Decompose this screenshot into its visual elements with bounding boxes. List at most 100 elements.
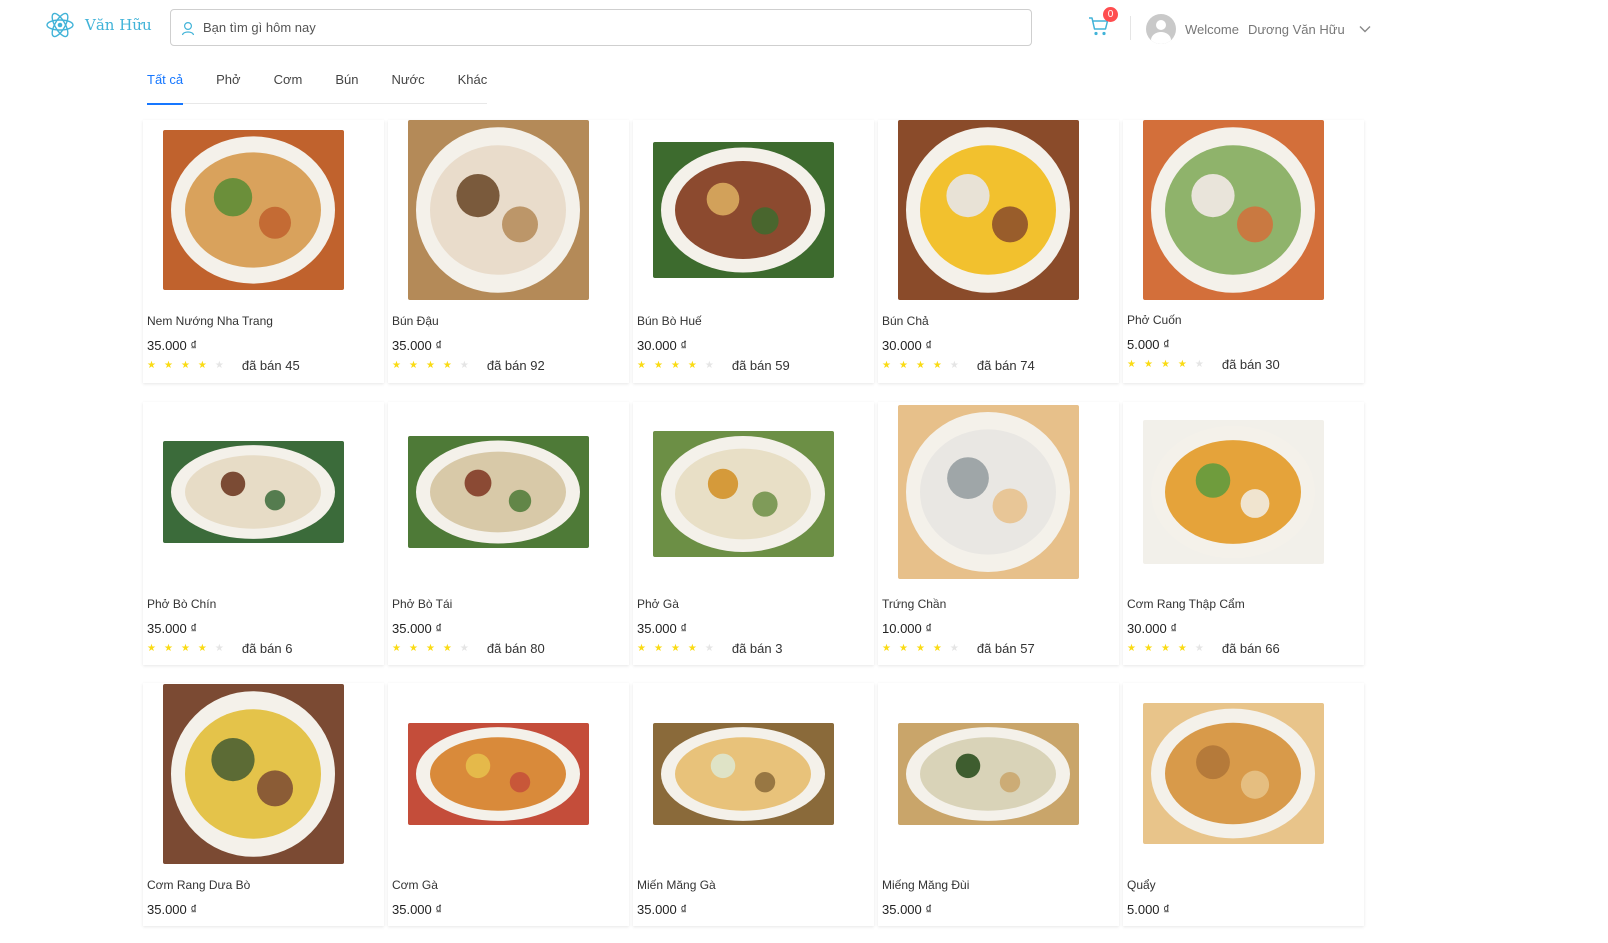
star-icon: ★ [408, 642, 418, 654]
product-name[interactable]: Nem Nướng Nha Trang [147, 314, 273, 328]
product-card[interactable]: Nem Nướng Nha Trang 35.000 ₫ ★ ★ ★ ★ ★ đã bán 4… [143, 120, 384, 383]
product-image[interactable] [408, 436, 589, 548]
star-rating: ★ ★ ★ ★ ★ [637, 643, 714, 655]
product-card[interactable]: Bún Đậu 35.000 ₫ ★ ★ ★ ★ ★ đã bán 92 [388, 120, 629, 383]
product-card[interactable]: Trứng Chần 10.000 ₫ ★ ★ ★ ★ ★ đã bán 57 [878, 402, 1119, 665]
sold-count: đã bán 57 [976, 641, 1035, 656]
product-card[interactable]: Cơm Gà 35.000 ₫ [388, 683, 629, 926]
star-icon: ★ [949, 359, 959, 371]
star-icon: ★ [687, 642, 697, 654]
product-price: 35.000 ₫ [147, 902, 198, 917]
product-card[interactable]: Miếng Măng Đùi 35.000 ₫ [878, 683, 1119, 926]
product-image[interactable] [163, 441, 344, 543]
search-bar[interactable] [170, 9, 1032, 46]
search-input[interactable] [203, 20, 1023, 35]
star-icon: ★ [932, 359, 942, 371]
star-icon: ★ [1127, 358, 1136, 370]
product-name[interactable]: Trứng Chần [882, 597, 946, 611]
star-icon: ★ [147, 359, 156, 371]
product-rating-row: ★ ★ ★ ★ ★ đã bán 30 [1127, 357, 1280, 372]
product-image[interactable] [1143, 120, 1324, 300]
product-card[interactable]: Phở Bò Chín 35.000 ₫ ★ ★ ★ ★ ★ đã bán 6 [143, 402, 384, 665]
product-image[interactable] [653, 723, 834, 825]
product-image[interactable] [653, 142, 834, 278]
product-name[interactable]: Miếng Măng Đùi [882, 878, 969, 892]
product-card[interactable]: Cơm Rang Thập Cẩm 30.000 ₫ ★ ★ ★ ★ ★ đã bán 66 [1123, 402, 1364, 665]
product-name[interactable]: Bún Bò Huế [637, 314, 702, 328]
tab-nuoc[interactable]: Nước [391, 66, 424, 104]
product-card[interactable]: Bún Chả 30.000 ₫ ★ ★ ★ ★ ★ đã bán 74 [878, 120, 1119, 383]
star-rating: ★ ★ ★ ★ ★ [882, 643, 959, 655]
product-name[interactable]: Phở Gà [637, 597, 679, 611]
product-name[interactable]: Cơm Rang Dưa Bò [147, 878, 250, 892]
star-icon: ★ [408, 359, 418, 371]
star-icon: ★ [180, 642, 190, 654]
product-card[interactable]: Phở Bò Tái 35.000 ₫ ★ ★ ★ ★ ★ đã bán 80 [388, 402, 629, 665]
product-card[interactable]: Miến Măng Gà 35.000 ₫ [633, 683, 874, 926]
product-image[interactable] [898, 120, 1079, 300]
product-name[interactable]: Miến Măng Gà [637, 878, 716, 892]
star-rating: ★ ★ ★ ★ ★ [637, 360, 714, 372]
product-image[interactable] [898, 405, 1079, 579]
star-icon: ★ [637, 359, 646, 371]
star-icon: ★ [392, 359, 401, 371]
user-menu[interactable]: Welcome Dương Văn Hữu [1146, 14, 1372, 44]
product-card[interactable]: Cơm Rang Dưa Bò 35.000 ₫ [143, 683, 384, 926]
tab-khac[interactable]: Khác [458, 66, 488, 104]
product-name[interactable]: Cơm Gà [392, 878, 438, 892]
star-icon: ★ [915, 359, 925, 371]
product-image[interactable] [653, 431, 834, 557]
sold-count: đã bán 45 [241, 358, 300, 373]
star-rating: ★ ★ ★ ★ ★ [1127, 359, 1204, 371]
product-price: 10.000 ₫ [882, 621, 933, 636]
cart-button[interactable]: 0 [1087, 7, 1118, 44]
product-name[interactable]: Bún Đậu [392, 314, 439, 328]
product-card[interactable]: Phở Cuốn 5.000 ₫ ★ ★ ★ ★ ★ đã bán 30 [1123, 120, 1364, 383]
tab-bun[interactable]: Bún [335, 66, 358, 104]
star-icon: ★ [459, 642, 469, 654]
star-icon: ★ [163, 359, 173, 371]
sold-count: đã bán 3 [731, 641, 783, 656]
product-name[interactable]: Bún Chả [882, 314, 929, 328]
star-icon: ★ [1177, 642, 1187, 654]
star-icon: ★ [1194, 358, 1204, 370]
star-icon: ★ [197, 642, 207, 654]
chevron-down-icon [1359, 26, 1371, 33]
tab-all[interactable]: Tất cả [147, 66, 184, 105]
product-image[interactable] [408, 120, 589, 300]
product-image[interactable] [163, 130, 344, 290]
product-price: 35.000 ₫ [637, 902, 688, 917]
star-rating: ★ ★ ★ ★ ★ [147, 643, 224, 655]
product-image[interactable] [898, 723, 1079, 825]
star-icon: ★ [442, 359, 452, 371]
star-icon: ★ [637, 642, 646, 654]
logo[interactable]: Văn Hữu [45, 10, 152, 40]
sold-count: đã bán 6 [241, 641, 293, 656]
product-name[interactable]: Phở Cuốn [1127, 313, 1182, 327]
product-card[interactable]: Phở Gà 35.000 ₫ ★ ★ ★ ★ ★ đã bán 3 [633, 402, 874, 665]
product-name[interactable]: Cơm Rang Thập Cẩm [1127, 597, 1245, 611]
sold-count: đã bán 80 [486, 641, 545, 656]
star-icon: ★ [704, 642, 714, 654]
star-icon: ★ [392, 642, 401, 654]
product-name[interactable]: Phở Bò Tái [392, 597, 452, 611]
star-rating: ★ ★ ★ ★ ★ [147, 360, 224, 372]
product-price: 35.000 ₫ [392, 338, 443, 353]
tab-pho[interactable]: Phở [216, 66, 240, 104]
product-name[interactable]: Phở Bò Chín [147, 597, 216, 611]
product-image[interactable] [1143, 420, 1324, 564]
star-icon: ★ [147, 642, 156, 654]
product-card[interactable]: Quẩy 5.000 ₫ [1123, 683, 1364, 926]
tab-com[interactable]: Cơm [274, 66, 303, 104]
product-image[interactable] [163, 684, 344, 864]
star-icon: ★ [687, 359, 697, 371]
star-rating: ★ ★ ★ ★ ★ [392, 643, 469, 655]
product-image[interactable] [408, 723, 589, 825]
star-rating: ★ ★ ★ ★ ★ [1127, 643, 1204, 655]
header: Văn Hữu 0 Welcome Dương Văn Hữu [0, 0, 1608, 56]
product-card[interactable]: Bún Bò Huế 30.000 ₫ ★ ★ ★ ★ ★ đã bán 59 [633, 120, 874, 383]
product-image[interactable] [1143, 703, 1324, 844]
star-icon: ★ [1177, 358, 1187, 370]
sold-count: đã bán 30 [1221, 357, 1280, 372]
product-name[interactable]: Quẩy [1127, 878, 1156, 892]
